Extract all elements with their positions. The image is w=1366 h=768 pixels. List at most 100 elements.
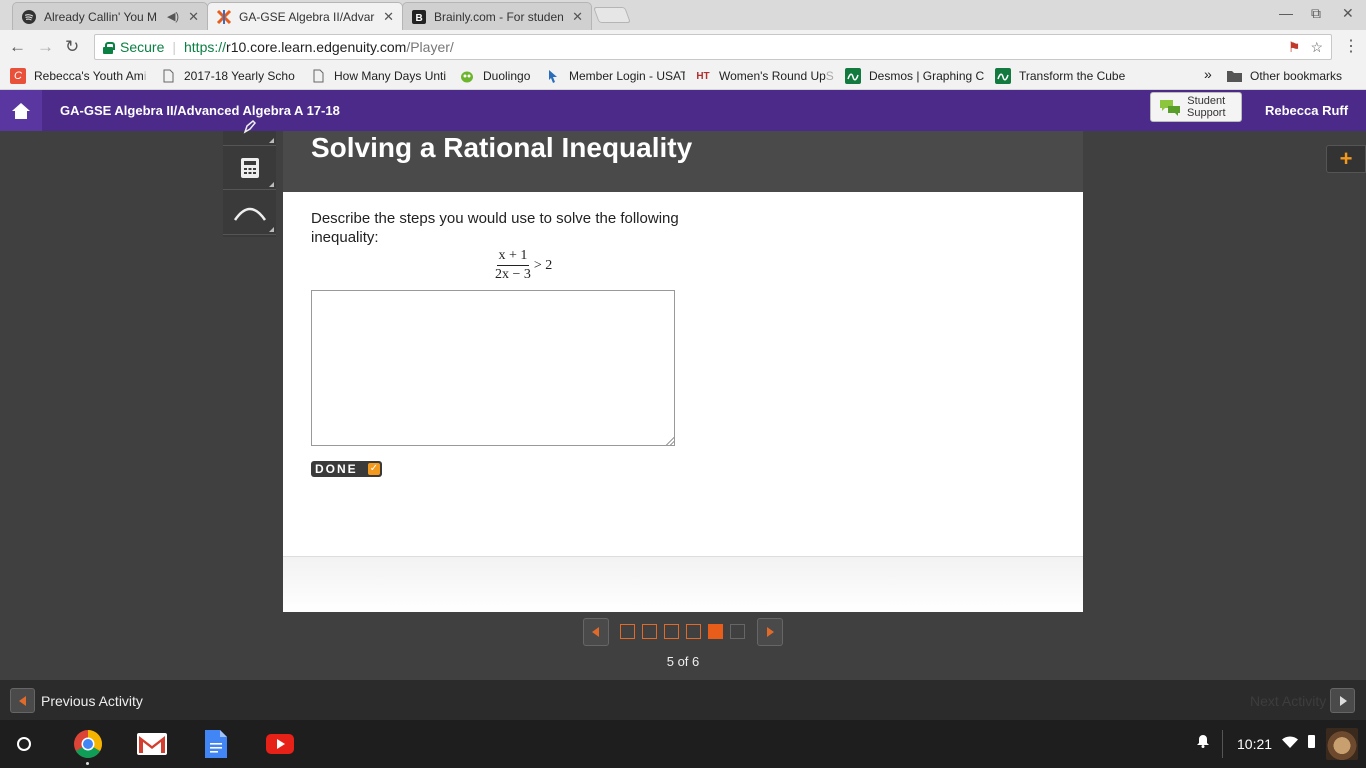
other-bookmarks-folder[interactable]: Other bookmarks (1226, 68, 1342, 84)
page-count: 5 of 6 (666, 654, 700, 669)
user-avatar[interactable] (1326, 728, 1358, 760)
arrow-right-icon (767, 627, 774, 637)
page-navigator (583, 618, 783, 646)
url-path: /Player/ (406, 39, 454, 55)
tab-label: Already Callin' You M (44, 9, 158, 24)
bookmark-item[interactable]: Duolingo (459, 68, 539, 84)
active-app-indicator (86, 762, 89, 765)
tool-calculator[interactable] (223, 146, 276, 190)
cursor-icon (545, 68, 561, 84)
notification-bell-icon[interactable] (1197, 734, 1209, 748)
page-dot-5-current[interactable] (708, 624, 723, 639)
denominator: 2x − 3 (495, 267, 531, 282)
activity-nav-bar: Previous Activity Next Activity (0, 680, 1366, 720)
course-header-bar: GA-GSE Algebra II/Advanced Algebra A 17-… (0, 90, 1366, 131)
numerator: x + 1 (496, 248, 530, 266)
card-footer (283, 556, 1083, 612)
duolingo-icon (459, 68, 475, 84)
bookmarks-bar: C Rebecca's Youth Am i 2017-18 Yearly Sch… (0, 64, 1366, 90)
next-activity-button[interactable] (1330, 688, 1355, 713)
page-dot-6[interactable] (730, 624, 745, 639)
bookmark-item[interactable]: Member Login - USAT (545, 68, 685, 84)
browser-toolbar: ← → ↻ Secure | https:// r10.core.learn.e… (0, 30, 1366, 64)
address-bar[interactable]: Secure | https:// r10.core.learn.edgenui… (94, 34, 1332, 60)
svg-text:B: B (416, 13, 423, 24)
tab-brainly[interactable]: B Brainly.com - For studen ✕ (402, 2, 592, 30)
close-tab-icon[interactable]: ✕ (572, 9, 583, 25)
previous-activity-label[interactable]: Previous Activity (41, 693, 143, 709)
bookmark-item[interactable]: How Many Days Unti (310, 68, 450, 84)
next-page-button[interactable] (757, 618, 783, 646)
done-button[interactable]: DONE ✓ (311, 461, 382, 477)
wifi-icon[interactable] (1282, 736, 1298, 748)
tool-graph[interactable] (223, 191, 276, 235)
launcher-icon[interactable] (17, 737, 31, 751)
prev-page-button[interactable] (583, 618, 609, 646)
inequality-expression: x + 1 2x − 3 > 2 (495, 248, 552, 283)
done-label: DONE (315, 462, 358, 476)
brainly-icon: B (411, 9, 427, 25)
answer-textarea[interactable] (311, 290, 675, 446)
student-support-button[interactable]: Student Support (1150, 92, 1242, 122)
minimize-icon[interactable]: — (1279, 5, 1293, 21)
bookmark-item[interactable]: HT Women's Round Up S (695, 68, 835, 84)
close-tab-icon[interactable]: ✕ (188, 9, 199, 25)
page-dot-4[interactable] (686, 624, 701, 639)
bookmark-item[interactable]: C Rebecca's Youth Am i (10, 68, 150, 84)
resize-handle-icon[interactable] (666, 437, 674, 445)
bookmark-star-icon[interactable]: ☆ (1310, 39, 1323, 56)
user-name[interactable]: Rebecca Ruff (1265, 103, 1348, 118)
spotify-icon (21, 9, 37, 25)
tab-edgenuity[interactable]: GA-GSE Algebra II/Advar ✕ (207, 2, 403, 31)
maximize-icon[interactable]: ⧉ (1311, 5, 1321, 22)
docs-app-icon[interactable] (201, 730, 231, 758)
audio-playing-icon[interactable]: ◀) (167, 10, 179, 23)
expand-plus-button[interactable]: + (1326, 145, 1366, 173)
bookmark-item[interactable]: Transform the Cube (995, 68, 1135, 84)
bookmark-item[interactable]: 2017-18 Yearly Scho (160, 68, 300, 84)
arrow-left-icon (18, 695, 26, 706)
bookmarks-overflow-button[interactable]: » (1204, 66, 1212, 82)
support-label-line1: Student (1187, 95, 1226, 107)
fraction: x + 1 2x − 3 (495, 248, 531, 283)
clock-time[interactable]: 10:21 (1237, 736, 1272, 752)
youtube-app-icon[interactable] (265, 730, 295, 758)
bookmark-item[interactable]: Desmos | Graphing C (845, 68, 985, 84)
gmail-app-icon[interactable] (137, 730, 167, 758)
chrome-app-icon[interactable] (73, 730, 103, 758)
browser-menu-icon[interactable]: ⋮ (1343, 36, 1359, 56)
next-activity-label: Next Activity (1250, 693, 1327, 709)
translate-icon[interactable]: ⚑ (1288, 39, 1301, 56)
tab-label: GA-GSE Algebra II/Advar (239, 10, 375, 24)
question-prompt: Describe the steps you would use to solv… (311, 210, 679, 246)
home-button[interactable] (0, 90, 42, 131)
inequality-relation: > 2 (533, 257, 553, 273)
forward-icon[interactable]: → (37, 38, 54, 56)
url-protocol: https:// (184, 39, 227, 55)
back-icon[interactable]: ← (9, 38, 26, 56)
lesson-title: Solving a Rational Inequality (311, 132, 693, 163)
tool-pen[interactable] (223, 109, 276, 146)
page-dot-2[interactable] (642, 624, 657, 639)
page-dot-1[interactable] (620, 624, 635, 639)
tools-panel (223, 120, 276, 237)
tab-spotify[interactable]: Already Callin' You M ◀) ✕ (12, 2, 208, 30)
new-tab-button[interactable] (593, 7, 631, 23)
desmos-icon (845, 68, 861, 84)
url-host: r10.core.learn.edgenuity.com (226, 39, 407, 55)
address-separator: | (172, 39, 176, 55)
page-dot-3[interactable] (664, 624, 679, 639)
checkmark-icon: ✓ (368, 463, 380, 475)
page-icon (160, 68, 176, 84)
battery-icon[interactable] (1308, 735, 1315, 748)
close-window-icon[interactable]: ✕ (1342, 5, 1354, 22)
reload-icon[interactable]: ↻ (65, 38, 79, 56)
arrow-left-icon (592, 627, 599, 637)
question-card: Describe the steps you would use to solv… (283, 192, 1083, 556)
desmos-icon (995, 68, 1011, 84)
close-tab-icon[interactable]: ✕ (383, 9, 394, 25)
support-label-line2: Support (1187, 107, 1226, 119)
calculator-icon (240, 157, 259, 178)
previous-activity-button[interactable] (10, 688, 35, 713)
ce-icon: C (10, 68, 26, 84)
